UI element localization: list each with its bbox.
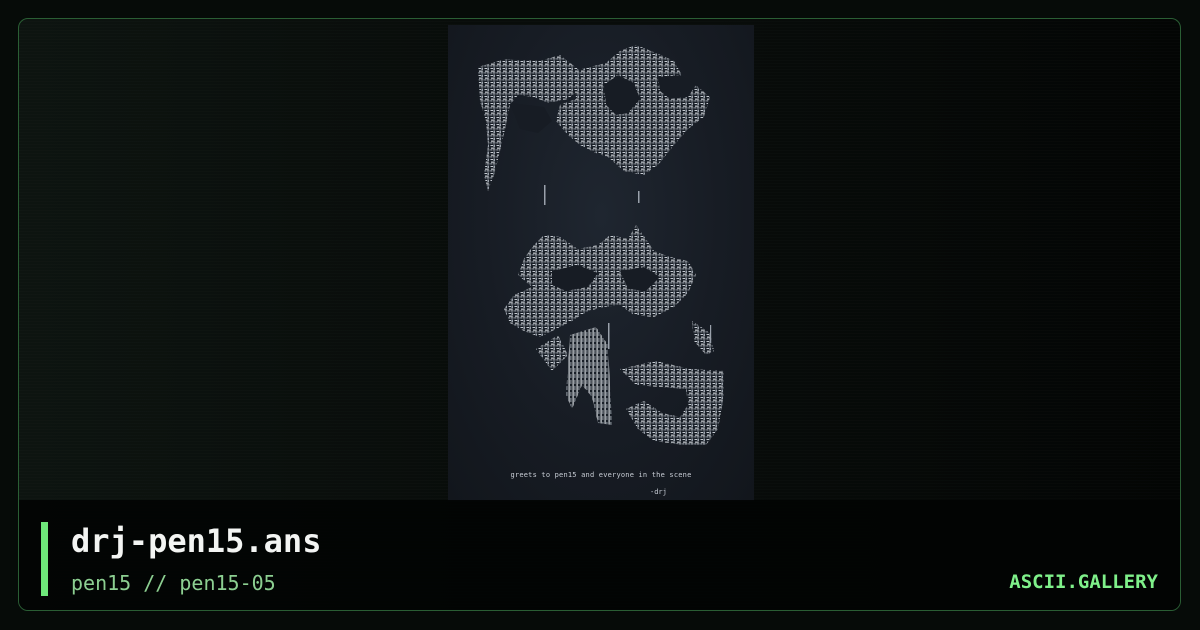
dotted-lines <box>544 185 640 205</box>
info-footer: drj-pen15.ans pen15 // pen15-05 ASCII.GA… <box>19 500 1180 610</box>
lower-glyph-shape <box>504 225 724 445</box>
site-brand[interactable]: ASCII.GALLERY <box>1009 571 1158 593</box>
file-title: drj-pen15.ans <box>71 522 322 560</box>
signature-text: -drj <box>650 488 667 496</box>
accent-bar <box>41 522 48 596</box>
pack-subtitle: pen15 // pen15-05 <box>71 571 276 595</box>
ascii-art-preview[interactable]: greets to pen15 and everyone in the scen… <box>448 25 754 501</box>
ascii-art-image <box>478 45 724 445</box>
upper-glyph-shape <box>478 45 710 191</box>
greets-text: greets to pen15 and everyone in the scen… <box>510 471 692 479</box>
preview-card: greets to pen15 and everyone in the scen… <box>18 18 1181 611</box>
